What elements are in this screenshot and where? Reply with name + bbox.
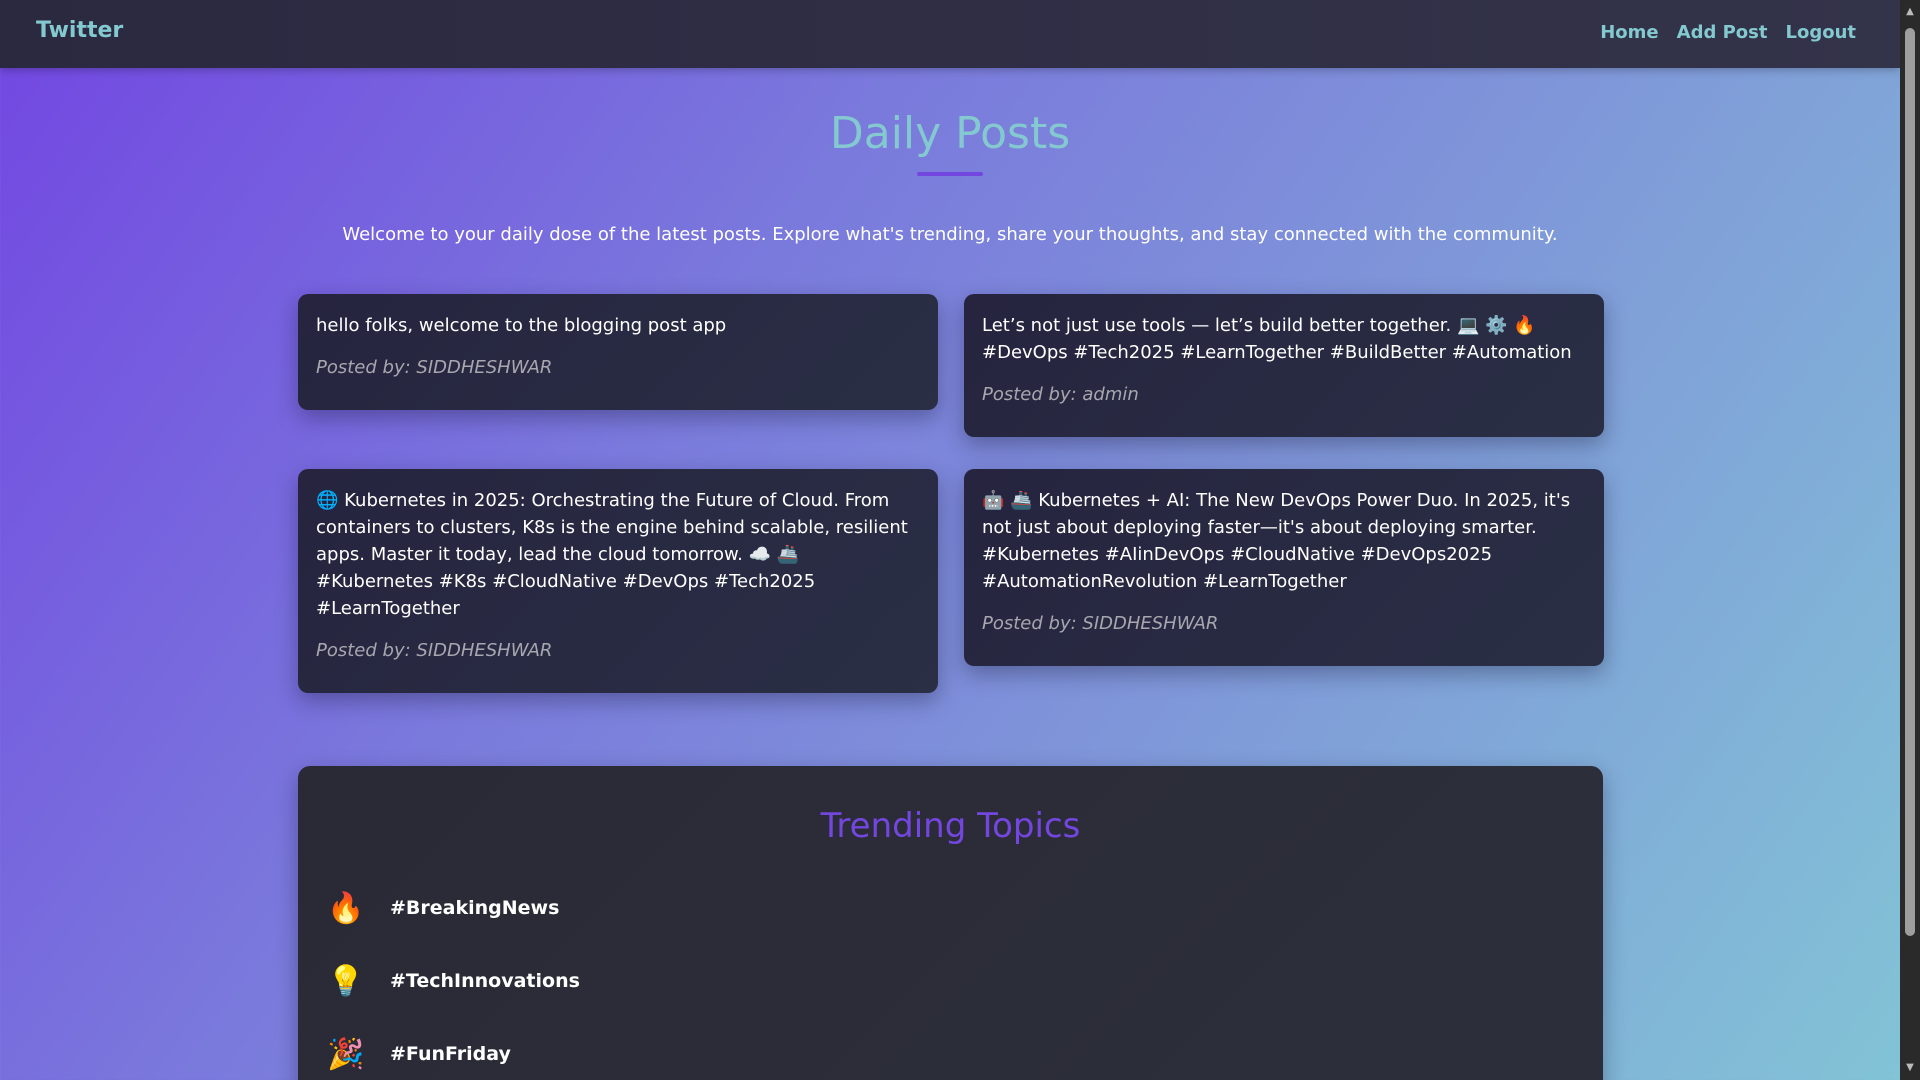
trending-title: Trending Topics [820,806,1081,846]
trending-topic-breakingnews[interactable]: 🔥 #BreakingNews [324,888,559,928]
nav-links: Home Add Post Logout [1600,22,1856,43]
post-text: 🌐 Kubernetes in 2025: Orchestrating the … [316,490,908,619]
intro-text: Welcome to your daily dose of the latest… [342,224,1558,245]
page-title: Daily Posts [829,108,1071,159]
brand-logo[interactable]: Twitter [36,18,123,43]
scroll-down-arrow-icon[interactable]: ▼ [1900,1060,1920,1076]
post-card: hello folks, welcome to the blogging pos… [298,294,938,410]
party-popper-icon: 🎉 [327,1036,365,1072]
lightbulb-icon: 💡 [327,963,365,999]
post-author: Posted by: SIDDHESHWAR [316,640,553,661]
post-text: 🤖 🚢 Kubernetes + AI: The New DevOps Powe… [982,490,1571,592]
topic-label: #BreakingNews [390,897,560,919]
fire-icon: 🔥 [327,890,365,926]
post-author: Posted by: SIDDHESHWAR [982,613,1219,634]
post-card: 🌐 Kubernetes in 2025: Orchestrating the … [298,469,938,693]
scroll-thumb[interactable] [1905,28,1915,936]
nav-home-link[interactable]: Home [1600,22,1658,43]
post-author: Posted by: admin [982,384,1139,405]
post-text: Let’s not just use tools — let’s build b… [982,315,1572,363]
trending-topic-techinnovations[interactable]: 💡 #TechInnovations [324,961,580,1001]
topic-label: #FunFriday [390,1043,511,1065]
post-card: 🤖 🚢 Kubernetes + AI: The New DevOps Powe… [964,469,1604,666]
vertical-scrollbar[interactable]: ▲ ▼ [1900,0,1920,1080]
nav-add-post-link[interactable]: Add Post [1677,22,1768,43]
nav-logout-link[interactable]: Logout [1785,22,1856,43]
scroll-up-arrow-icon[interactable]: ▲ [1900,4,1920,20]
post-author: Posted by: SIDDHESHWAR [316,357,553,378]
trending-topic-funfriday[interactable]: 🎉 #FunFriday [324,1034,511,1074]
topic-label: #TechInnovations [390,970,580,992]
navbar: Twitter Home Add Post Logout [0,0,1900,68]
trending-topics-panel: Trending Topics 🔥 #BreakingNews 💡 #TechI… [298,766,1603,1080]
post-card: Let’s not just use tools — let’s build b… [964,294,1604,437]
post-text: hello folks, welcome to the blogging pos… [316,315,727,336]
title-underline [917,172,983,176]
